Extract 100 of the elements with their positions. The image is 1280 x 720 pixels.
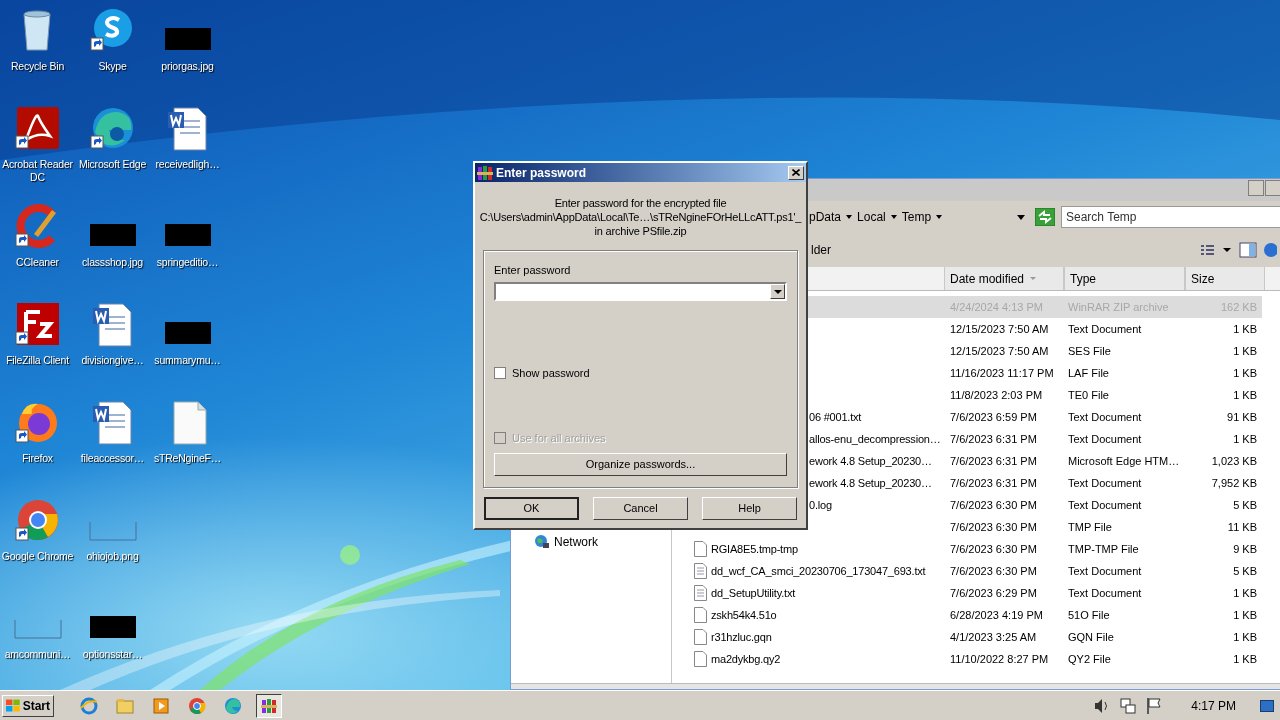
browser-icon bbox=[188, 696, 206, 715]
type-cell-text: Text Document bbox=[1067, 321, 1143, 337]
file-name[interactable]: dd_wcf_CA_smci_20230706_173047_693.txt bbox=[711, 562, 926, 580]
size-cell-text: 1 KB bbox=[1232, 651, 1257, 667]
date-cell-text: 7/6/2023 6:30 PM bbox=[949, 497, 1038, 513]
message-line: in archive PSfile.zip bbox=[594, 224, 687, 238]
desktop-icon-label: Google Chrome bbox=[1, 550, 74, 563]
dropdown-arrow-icon[interactable] bbox=[1017, 215, 1025, 220]
column-header[interactable]: Date modified bbox=[944, 267, 1064, 290]
file-icon bbox=[694, 607, 707, 623]
refresh-icon[interactable] bbox=[1035, 208, 1055, 226]
archive-books-icon bbox=[477, 164, 493, 181]
size-cell-text: 9 KB bbox=[1232, 541, 1257, 557]
clock[interactable]: 4:17 PM bbox=[1191, 696, 1236, 715]
file-row[interactable]: RGIA8E5.tmp-tmp 7/6/2023 6:30 PM TMP-TMP File 9 KB bbox=[676, 538, 1262, 560]
type-cell-text: Text Document bbox=[1067, 431, 1143, 447]
dropdown-arrow-icon[interactable] bbox=[846, 215, 853, 219]
desktop-icon-label: ohiojob.png bbox=[86, 550, 139, 563]
taskbar-button[interactable] bbox=[256, 693, 282, 718]
ftp-client-icon[interactable] bbox=[15, 302, 60, 346]
address-bar[interactable]: pData Local Temp bbox=[809, 206, 1029, 228]
date-cell-text: 7/6/2023 6:30 PM bbox=[949, 541, 1038, 557]
file-name[interactable]: allos-enu_decompression… bbox=[809, 430, 941, 448]
desktop-icon-label: classshop.jpg bbox=[82, 256, 143, 269]
desktop-icon-label: Firefox bbox=[22, 452, 53, 465]
file-name[interactable]: ework 4.8 Setup_20230… bbox=[809, 474, 932, 492]
file-name[interactable]: ma2dykbg.qy2 bbox=[711, 650, 781, 668]
desktop-icon-label: Recycle Bin bbox=[10, 60, 65, 73]
pdf-reader-icon[interactable] bbox=[15, 106, 60, 150]
file-row[interactable]: ma2dykbg.qy2 11/10/2022 8:27 PM QY2 File 1 KB bbox=[676, 648, 1262, 670]
desktop-icon-label: Acrobat Reader DC bbox=[1, 158, 74, 184]
date-cell-text: 7/6/2023 6:31 PM bbox=[949, 431, 1038, 447]
dropdown-button[interactable] bbox=[770, 284, 785, 299]
date-cell-text: 4/1/2023 3:25 AM bbox=[949, 629, 1038, 645]
desktop-icon-label: sTReNgineF… bbox=[153, 452, 222, 465]
desktop-icon-label: divisiongive… bbox=[81, 354, 144, 367]
dialog-button[interactable]: Cancel bbox=[593, 497, 688, 520]
dialog-button[interactable]: Help bbox=[702, 497, 797, 520]
sort-arrow-icon bbox=[1030, 277, 1037, 280]
word-document-icon[interactable] bbox=[90, 302, 135, 346]
file-name[interactable]: 06 #001.txt bbox=[809, 408, 862, 426]
checkbox[interactable] bbox=[494, 367, 506, 380]
type-cell-text: LAF File bbox=[1067, 365, 1110, 381]
dropdown-arrow-icon[interactable] bbox=[890, 215, 897, 219]
file-name[interactable]: r31hzluc.gqn bbox=[711, 628, 772, 646]
organize-passwords-button[interactable]: Organize passwords... bbox=[494, 453, 787, 476]
type-cell-text: Microsoft Edge HTM… bbox=[1067, 453, 1181, 469]
dialog-button[interactable]: OK bbox=[484, 497, 579, 520]
dropdown-arrow-icon[interactable] bbox=[936, 215, 943, 219]
close-icon[interactable] bbox=[792, 169, 800, 176]
type-cell-text: Text Document bbox=[1067, 585, 1143, 601]
message-line: C:\Users\admin\AppData\Local\Te…\sTReNgineFOrHeLLcATT.ps1'_ bbox=[479, 210, 802, 224]
new-folder-button[interactable]: lder bbox=[811, 241, 831, 259]
file-name[interactable]: zskh54k4.51o bbox=[711, 606, 777, 624]
column-header[interactable]: Type bbox=[1064, 267, 1185, 290]
breadcrumb-item[interactable]: Temp bbox=[901, 208, 932, 226]
close-button[interactable] bbox=[788, 165, 804, 180]
flag-icon[interactable] bbox=[1145, 696, 1164, 715]
browser-icon[interactable] bbox=[15, 498, 60, 542]
file-row[interactable]: zskh54k4.51o 6/28/2023 4:19 PM 51O File 1 KB bbox=[676, 604, 1262, 626]
date-cell-text: 11/8/2023 2:03 PM bbox=[949, 387, 1044, 403]
start-button[interactable]: Start bbox=[2, 694, 54, 717]
search-field[interactable]: Search Temp bbox=[1061, 206, 1280, 228]
maximize-button[interactable] bbox=[1265, 180, 1280, 196]
file-name[interactable]: RGIA8E5.tmp-tmp bbox=[711, 540, 798, 558]
password-field[interactable] bbox=[494, 282, 787, 301]
minimize-button[interactable] bbox=[1248, 180, 1264, 196]
file-name[interactable]: 0.log bbox=[809, 496, 832, 514]
date-cell-text: 7/6/2023 6:30 PM bbox=[949, 563, 1038, 579]
date-cell-text: 12/15/2023 7:50 AM bbox=[949, 321, 1050, 337]
word-document-icon[interactable] bbox=[90, 400, 135, 444]
network-icon[interactable] bbox=[1119, 696, 1138, 715]
breadcrumb-item[interactable]: Local bbox=[857, 208, 886, 226]
date-cell-text: 12/15/2023 7:50 AM bbox=[949, 343, 1050, 359]
archive-books-icon bbox=[260, 696, 278, 715]
browser-icon bbox=[224, 696, 242, 715]
type-cell-text: GQN File bbox=[1067, 629, 1115, 645]
desktop-icon-label: Skype bbox=[98, 60, 127, 73]
nav-item[interactable]: Network bbox=[533, 532, 599, 552]
column-header[interactable]: Size bbox=[1185, 267, 1265, 290]
size-cell-text: 11 KB bbox=[1226, 519, 1257, 535]
skype-icon[interactable] bbox=[90, 8, 135, 52]
file-row[interactable]: r31hzluc.gqn 4/1/2023 3:25 AM GQN File 1 KB bbox=[676, 626, 1262, 648]
show-desktop-button[interactable] bbox=[1260, 699, 1274, 712]
desktop-icon-label: optionsstar… bbox=[82, 648, 143, 661]
size-cell-text: 1 KB bbox=[1232, 431, 1257, 447]
type-cell-text: Text Document bbox=[1067, 475, 1143, 491]
file-row[interactable]: dd_wcf_CA_smci_20230706_173047_693.txt 7/6/2023 6:30 PM Text Document 5 KB bbox=[676, 560, 1262, 582]
browser-icon[interactable] bbox=[90, 106, 135, 150]
desktop-icon-label: Microsoft Edge bbox=[78, 158, 147, 171]
file-name[interactable]: dd_SetupUtility.txt bbox=[711, 584, 796, 602]
file-icon bbox=[694, 651, 707, 667]
word-document-icon[interactable] bbox=[165, 106, 210, 150]
file-row[interactable]: dd_SetupUtility.txt 7/6/2023 6:29 PM Text Document 1 KB bbox=[676, 582, 1262, 604]
network-icon bbox=[534, 534, 550, 550]
date-cell-text: 7/6/2023 6:31 PM bbox=[949, 475, 1038, 491]
size-cell-text: 1 KB bbox=[1232, 321, 1257, 337]
breadcrumb-item[interactable]: pData bbox=[809, 208, 842, 226]
file-name[interactable]: ework 4.8 Setup_20230… bbox=[809, 452, 932, 470]
type-cell-text: 51O File bbox=[1067, 607, 1111, 623]
